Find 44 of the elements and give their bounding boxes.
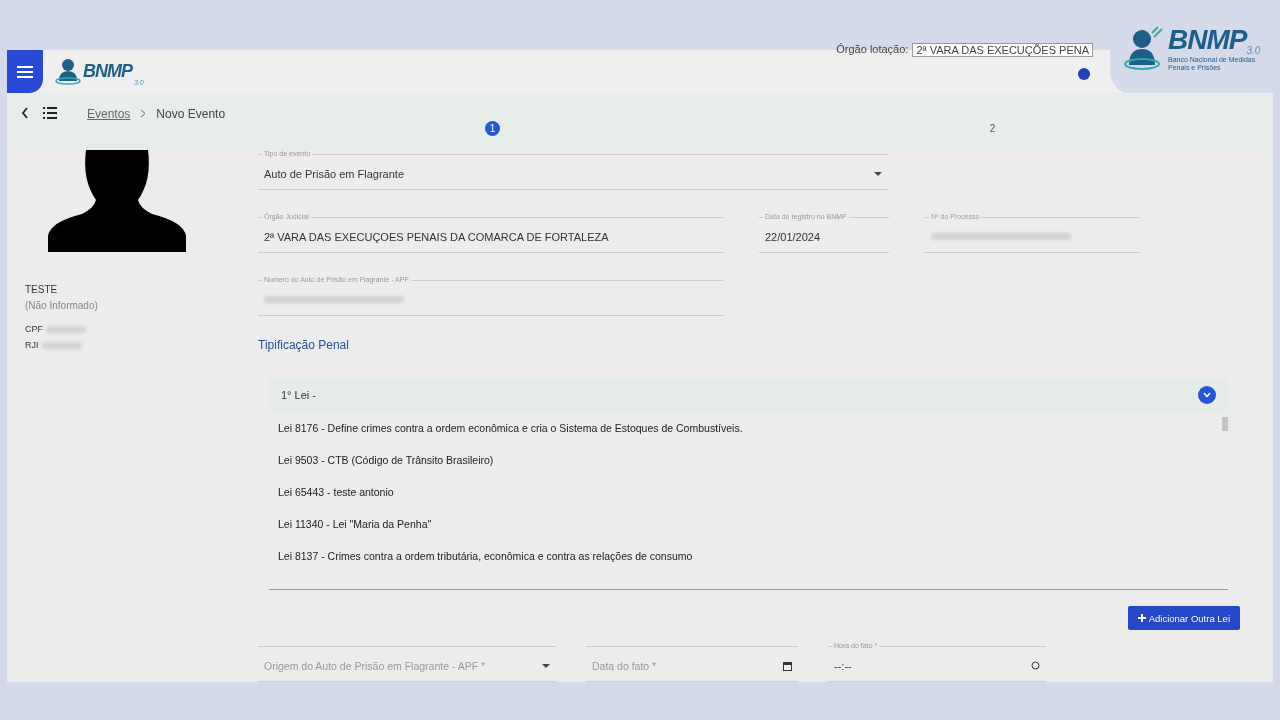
step-indicator[interactable]: 1: [485, 121, 500, 136]
lotacao-value: 2ª VARA DAS EXECUÇÕES PENA: [912, 43, 1093, 57]
law-option[interactable]: Lei 65443 - teste antonio: [269, 486, 1228, 518]
lotacao-label: Órgão lotação:: [836, 43, 909, 55]
caret-icon: [874, 171, 882, 176]
law-option[interactable]: Lei 8137 - Crimes contra a ordem tributária, econômica e contra as relações de consumo: [269, 550, 1228, 582]
person-logo-icon: [55, 57, 81, 85]
clock-icon: [1031, 661, 1040, 670]
field-placeholder: Origem do Auto de Prisão em Flagrante - APF *: [264, 659, 486, 672]
scrollbar-thumb[interactable]: [1222, 417, 1228, 431]
logo-text: BNMP: [1168, 23, 1247, 56]
person-name: TESTE: [25, 284, 59, 295]
field-value: --:--: [834, 659, 852, 672]
add-law-button[interactable]: Adicionar Outra Lei: [1127, 606, 1240, 630]
caret-icon: [542, 663, 550, 668]
step-indicator[interactable]: 2: [985, 121, 1000, 136]
law-option[interactable]: Lei 8176 - Define crimes contra a ordem econômica e cria o Sistema de Estoques de Combustíveis.: [269, 422, 1228, 454]
person-note: (Não Informado): [25, 300, 99, 311]
person-logo-icon: [1124, 24, 1164, 71]
blurred-value-icon: [41, 341, 82, 349]
menu-button[interactable]: [7, 50, 43, 93]
plus-icon: [1137, 614, 1146, 622]
law-option[interactable]: Lei 11340 - Lei "Maria da Penha": [269, 518, 1228, 550]
field-value: 22/01/2024: [765, 230, 821, 243]
calendar-icon: [783, 660, 792, 671]
law-panel-header[interactable]: 1° Lei -: [269, 378, 1228, 412]
breadcrumb-link[interactable]: Eventos: [87, 107, 131, 121]
panel-title: 1° Lei -: [281, 389, 316, 401]
field-placeholder: Data do fato *: [592, 659, 657, 672]
list-icon[interactable]: [43, 107, 57, 119]
id-label: RJI: [25, 340, 39, 350]
id-label: CPF: [25, 324, 43, 334]
field-value: 2ª VARA DAS EXECUÇOES PENAIS DA COMARCA DE FORTALEZA: [264, 230, 609, 243]
blurred-value-icon: [46, 325, 86, 333]
expand-icon[interactable]: [1198, 386, 1216, 404]
info-icon[interactable]: [1078, 68, 1090, 80]
logo-version: 3.0: [1246, 44, 1261, 56]
section-title: Tipificação Penal: [258, 338, 350, 352]
menu-icon: [17, 65, 33, 78]
breadcrumb-current: Novo Evento: [156, 107, 226, 121]
logo-text: BNMP: [83, 60, 132, 82]
field-value: Auto de Prisão em Flagrante: [264, 167, 405, 180]
back-icon[interactable]: [21, 107, 29, 119]
law-option[interactable]: Lei 9503 - CTB (Código de Trânsito Brasileiro): [269, 454, 1228, 486]
